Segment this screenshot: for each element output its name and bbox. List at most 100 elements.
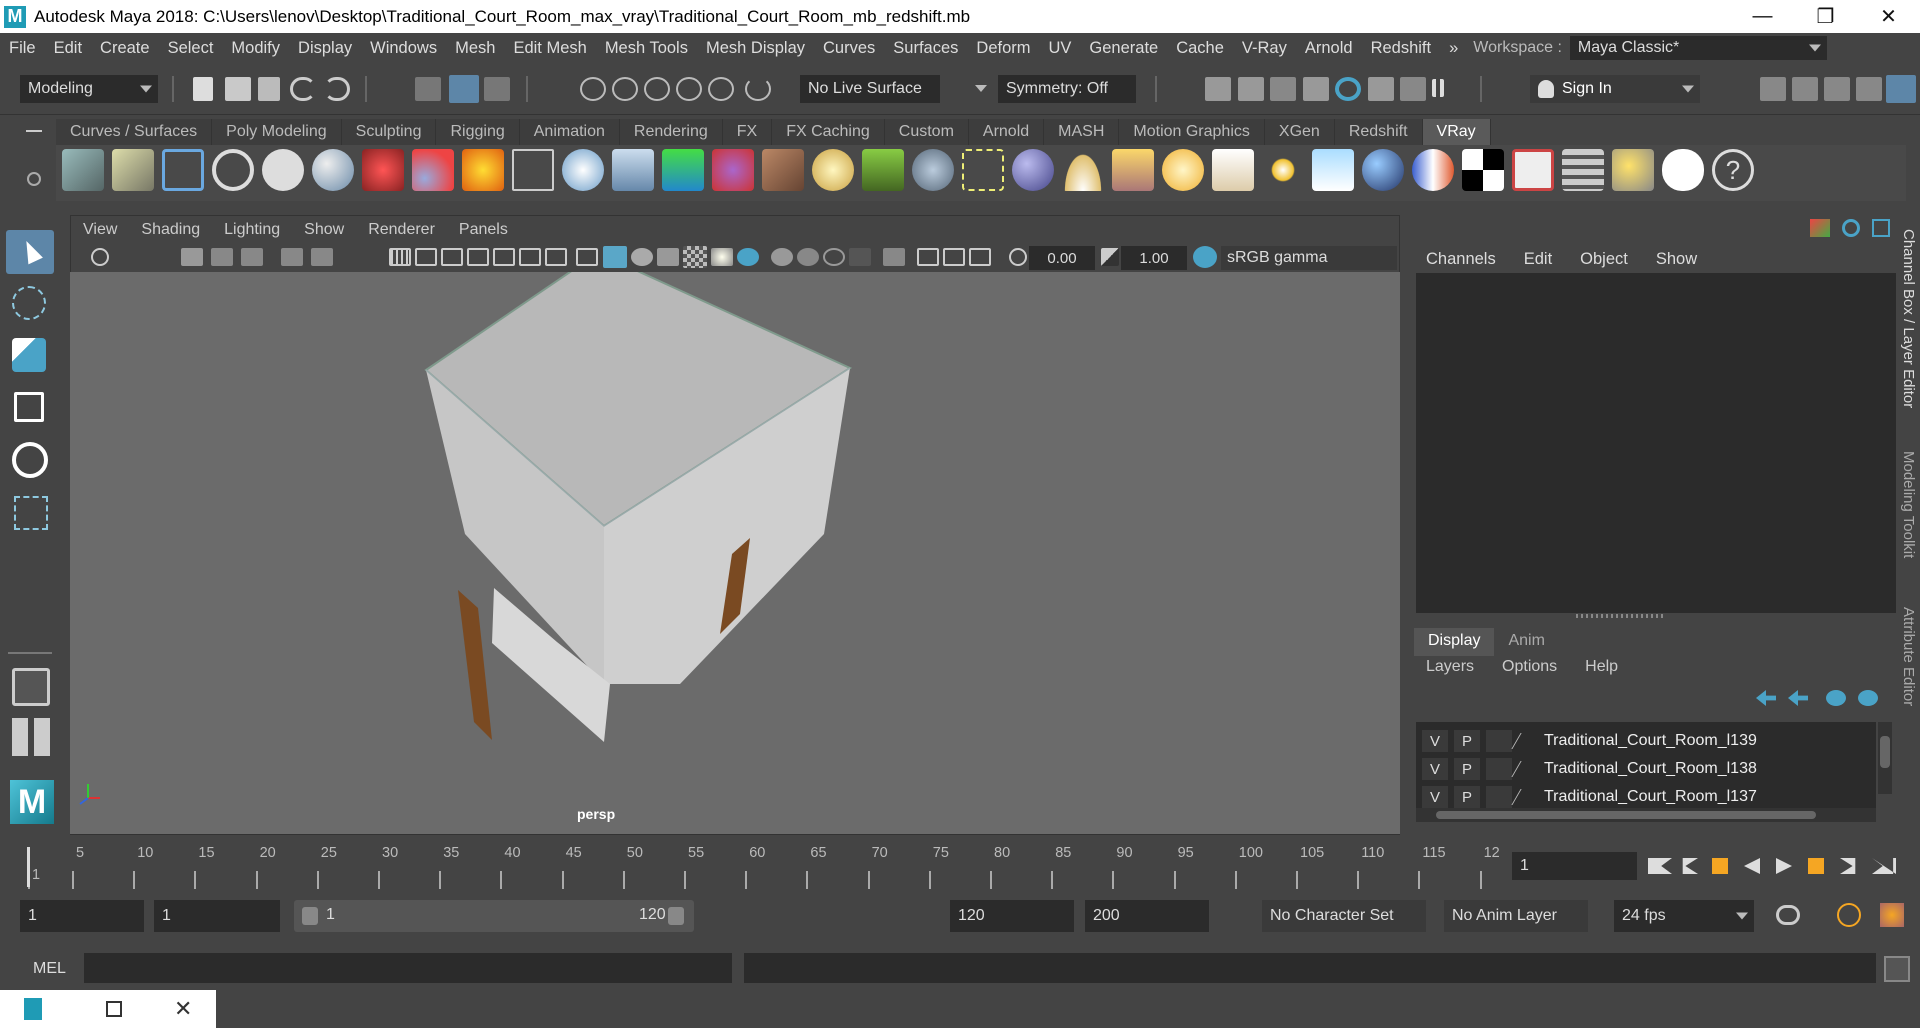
layer-row[interactable]: V P Traditional_Court_Room_l137	[1416, 784, 1876, 810]
vray-object-properties-icon[interactable]	[1562, 149, 1604, 191]
multisample-aa-icon[interactable]	[823, 248, 845, 266]
hypershade-icon[interactable]	[1335, 77, 1361, 101]
layer-visibility-toggle[interactable]: V	[1422, 730, 1448, 752]
close-icon[interactable]: ✕	[174, 996, 192, 1022]
auto-key-icon[interactable]	[1837, 903, 1861, 927]
tab-xgen[interactable]: XGen	[1264, 119, 1335, 145]
layer-menu-options[interactable]: Options	[1488, 658, 1571, 684]
vray-scatter-icon[interactable]	[912, 149, 954, 191]
vray-plane-icon[interactable]	[512, 149, 554, 191]
vray-material-ball-icon[interactable]	[1362, 149, 1404, 191]
perspective-viewport[interactable]: persp	[70, 251, 1400, 834]
character-set-dropdown[interactable]: No Character Set	[1262, 900, 1426, 932]
layer-color-icon[interactable]	[1511, 789, 1537, 805]
vray-dome-icon[interactable]	[812, 149, 854, 191]
snap-point-icon[interactable]	[644, 77, 670, 101]
channel-menu-show[interactable]: Show	[1642, 250, 1711, 269]
tab-rigging[interactable]: Rigging	[436, 119, 520, 145]
film-gate-icon[interactable]	[415, 248, 437, 266]
snap-grid-icon[interactable]	[580, 77, 606, 101]
save-scene-icon[interactable]	[258, 77, 280, 101]
tab-sculpting[interactable]: Sculpting	[341, 119, 437, 145]
menu-create[interactable]: Create	[91, 39, 159, 58]
layer-name[interactable]: Traditional_Court_Room_l137	[1544, 788, 1757, 806]
ipr-render-icon[interactable]	[1270, 77, 1296, 101]
vray-rect-light-icon[interactable]	[1112, 149, 1154, 191]
motion-blur-icon[interactable]	[797, 248, 819, 266]
anim-layer-dropdown[interactable]: No Anim Layer	[1444, 900, 1588, 932]
current-time-indicator[interactable]	[27, 847, 30, 887]
layer-menu-layers[interactable]: Layers	[1412, 658, 1488, 684]
menu-windows[interactable]: Windows	[361, 39, 446, 58]
vray-curve-icon[interactable]	[962, 149, 1004, 191]
tab-poly-modeling[interactable]: Poly Modeling	[212, 119, 342, 145]
viewport-menu-show[interactable]: Show	[292, 221, 356, 239]
camera-attributes-icon[interactable]	[91, 248, 109, 266]
depth-of-field-icon[interactable]	[849, 248, 871, 266]
vray-material-icon[interactable]	[312, 149, 354, 191]
color-management-icon[interactable]	[1193, 246, 1217, 268]
select-component-icon[interactable]	[484, 77, 510, 101]
menu-edit-mesh[interactable]: Edit Mesh	[504, 39, 595, 58]
vray-fur-icon[interactable]	[712, 149, 754, 191]
vray-logo-icon[interactable]	[212, 149, 254, 191]
render-frame-icon[interactable]	[1205, 77, 1231, 101]
layer-visibility-toggle[interactable]: V	[1422, 786, 1448, 808]
exposure-field[interactable]: 0.00	[1029, 246, 1095, 270]
step-back-icon[interactable]	[1680, 858, 1698, 874]
viewport-menu-panels[interactable]: Panels	[447, 221, 520, 239]
select-object-icon[interactable]	[449, 75, 479, 103]
tab-arnold[interactable]: Arnold	[968, 119, 1045, 145]
menu-deform[interactable]: Deform	[967, 39, 1039, 58]
scale-tool-icon[interactable]	[14, 496, 48, 530]
shelf-settings-icon[interactable]	[27, 172, 41, 186]
select-hierarchy-icon[interactable]	[415, 77, 441, 101]
move-layer-up-icon[interactable]	[1756, 690, 1776, 706]
maya-taskbar-icon[interactable]	[24, 998, 42, 1020]
tab-rendering[interactable]: Rendering	[619, 119, 723, 145]
tab-fx-caching[interactable]: FX Caching	[772, 119, 885, 145]
menu-mesh-tools[interactable]: Mesh Tools	[596, 39, 697, 58]
range-start-handle[interactable]	[302, 907, 318, 925]
vray-clipper-icon[interactable]	[662, 149, 704, 191]
menu-generate[interactable]: Generate	[1080, 39, 1167, 58]
layer-type-toggle[interactable]	[1486, 786, 1512, 808]
textured-icon[interactable]	[683, 246, 707, 268]
tab-vray[interactable]: VRay	[1422, 119, 1491, 145]
lasso-tool-icon[interactable]	[12, 286, 46, 320]
menu-mesh-display[interactable]: Mesh Display	[697, 39, 814, 58]
channel-menu-edit[interactable]: Edit	[1510, 250, 1566, 269]
move-layer-down-icon[interactable]	[1788, 690, 1808, 706]
single-perspective-layout-icon[interactable]	[12, 668, 50, 706]
menu-vray[interactable]: V-Ray	[1233, 39, 1296, 58]
tab-channel-box-layer-editor[interactable]: Channel Box / Layer Editor	[1900, 229, 1917, 408]
splitter-handle[interactable]	[1576, 614, 1666, 618]
tool-settings-icon[interactable]	[1856, 77, 1882, 101]
vray-render-settings-icon[interactable]	[62, 149, 104, 191]
rotate-tool-icon[interactable]	[12, 442, 48, 478]
snap-view-plane-icon[interactable]	[676, 77, 702, 101]
layer-playback-toggle[interactable]: P	[1454, 730, 1480, 752]
layer-row[interactable]: V P Traditional_Court_Room_l139	[1416, 728, 1876, 754]
menuset-dropdown[interactable]: Modeling	[20, 75, 158, 103]
tab-anim[interactable]: Anim	[1494, 628, 1558, 656]
viewport-menu-lighting[interactable]: Lighting	[212, 221, 292, 239]
vray-env-fog-icon[interactable]	[1012, 149, 1054, 191]
chevron-down-icon[interactable]	[975, 85, 987, 92]
layer-playback-toggle[interactable]: P	[1454, 786, 1480, 808]
grease-pencil-icon[interactable]	[311, 248, 333, 266]
play-backwards-icon[interactable]	[1744, 858, 1760, 874]
select-tool-icon[interactable]	[6, 230, 54, 274]
layer-list-hscrollbar[interactable]	[1416, 808, 1876, 822]
use-all-lights-icon[interactable]	[711, 248, 733, 266]
vray-dome-light-icon[interactable]	[1062, 149, 1104, 191]
layer-name[interactable]: Traditional_Court_Room_l138	[1544, 760, 1757, 778]
tab-custom[interactable]: Custom	[884, 119, 969, 145]
menu-curves[interactable]: Curves	[814, 39, 884, 58]
vray-sun-icon[interactable]	[1262, 149, 1304, 191]
xray-active-icon[interactable]	[943, 248, 965, 266]
vray-ies-light-icon[interactable]	[1212, 149, 1254, 191]
vray-physical-camera-icon[interactable]	[362, 149, 404, 191]
paint-select-tool-icon[interactable]	[12, 338, 46, 372]
smooth-shade-icon[interactable]	[603, 246, 627, 268]
